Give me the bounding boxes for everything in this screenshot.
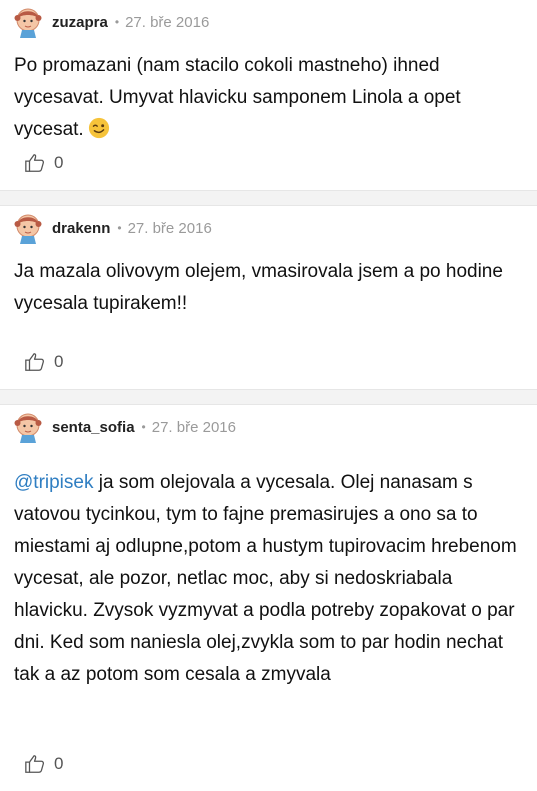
comment-username[interactable]: senta_sofia bbox=[52, 419, 135, 436]
comment-divider bbox=[0, 190, 537, 206]
comment-item: senta_sofia • 27. bře 2016 @tripisek ja … bbox=[0, 405, 537, 786]
comment-date: 27. bře 2016 bbox=[127, 219, 212, 237]
comment-username[interactable]: zuzapra bbox=[52, 14, 108, 31]
like-button[interactable]: 0 bbox=[14, 335, 63, 389]
comment-text: Ja mazala olivovym olejem, vmasirovala j… bbox=[14, 261, 503, 314]
like-count: 0 bbox=[54, 352, 64, 371]
thumbs-up-icon bbox=[25, 154, 45, 172]
meta-separator: • bbox=[117, 221, 122, 235]
comment-divider bbox=[0, 389, 537, 405]
thumbs-up-icon bbox=[25, 353, 45, 371]
like-button[interactable]: 0 bbox=[14, 136, 63, 190]
girl-avatar-icon[interactable] bbox=[14, 212, 42, 244]
comment-username[interactable]: drakenn bbox=[52, 220, 110, 237]
comment-item: drakenn • 27. bře 2016 Ja mazala olivovy… bbox=[0, 206, 537, 389]
comment-header: zuzapra • 27. bře 2016 bbox=[14, 0, 523, 44]
girl-avatar-icon[interactable] bbox=[14, 411, 42, 443]
comment-date: 27. bře 2016 bbox=[151, 418, 236, 436]
meta-separator: • bbox=[114, 15, 120, 29]
comment-date: 27. bře 2016 bbox=[125, 13, 210, 31]
comment-text: @tripisek ja som olejovala a vycesala. O… bbox=[14, 467, 523, 691]
comment-text: Po promazani (nam stacilo cokoli mastneh… bbox=[14, 50, 523, 146]
like-button[interactable]: 0 bbox=[14, 737, 63, 791]
thumbs-up-icon bbox=[25, 755, 45, 773]
winking-face-icon bbox=[88, 117, 109, 139]
meta-separator: • bbox=[141, 420, 146, 434]
comment-header: senta_sofia • 27. bře 2016 bbox=[14, 405, 523, 449]
user-mention-link[interactable]: @tripisek bbox=[14, 472, 93, 493]
comment-text-content: Po promazani (nam stacilo cokoli mastneh… bbox=[14, 55, 461, 140]
girl-avatar-icon[interactable] bbox=[14, 6, 42, 38]
like-count: 0 bbox=[54, 153, 64, 172]
like-count: 0 bbox=[54, 754, 64, 773]
comment-item: zuzapra • 27. bře 2016 Po promazani (nam… bbox=[0, 0, 537, 190]
comment-text-content: ja som olejovala a vycesala. Olej nanasa… bbox=[14, 472, 517, 685]
comment-header: drakenn • 27. bře 2016 bbox=[14, 206, 523, 250]
